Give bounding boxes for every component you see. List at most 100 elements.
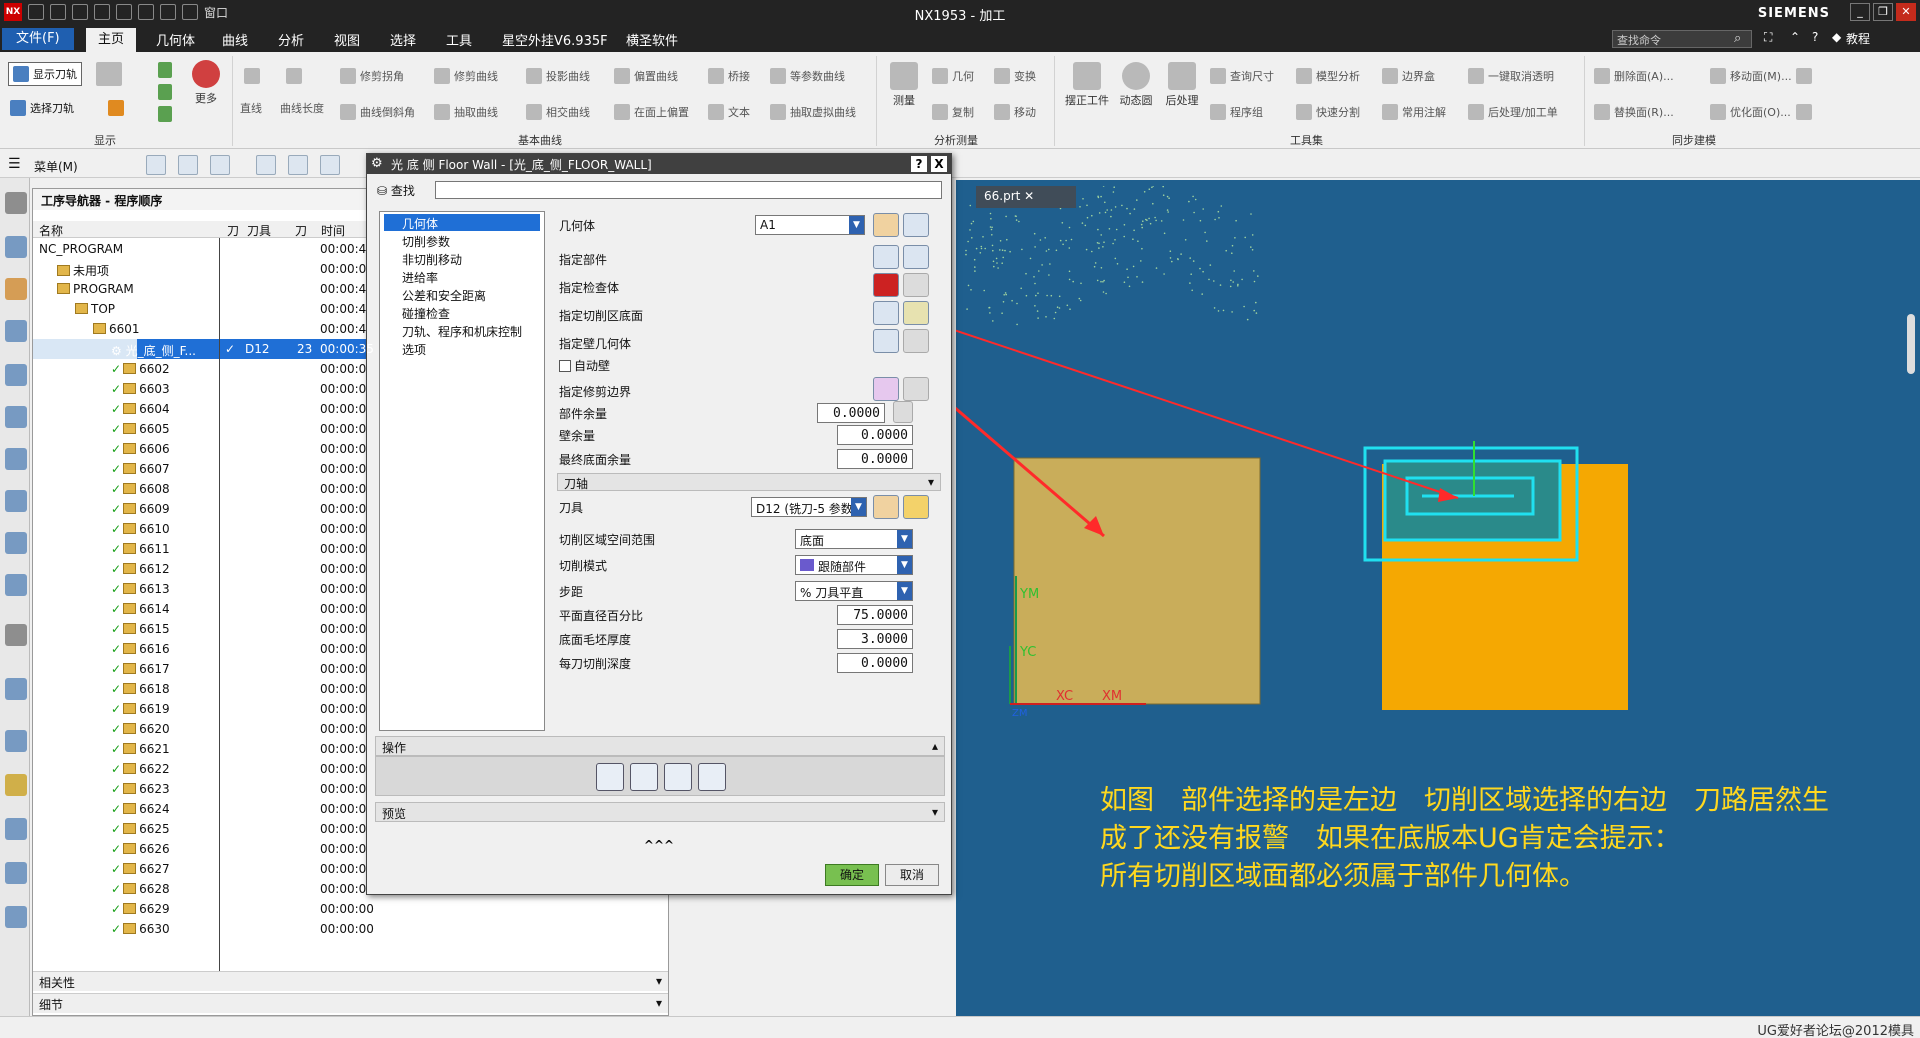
model-analysis-button[interactable]: 模型分析 [1296, 68, 1360, 84]
table-row[interactable]: ✓ 6629 00:00:00 [33, 899, 668, 919]
isoparametric-curve-button[interactable]: 等参数曲线 [770, 68, 845, 84]
operations-section-header[interactable]: 操作 ▴ [375, 736, 945, 756]
select-wall-button[interactable] [873, 329, 899, 353]
program-order-view-icon[interactable] [146, 155, 166, 175]
optimize-face-button[interactable]: 优化面(O)... [1710, 104, 1791, 120]
tree-item-cutting-params[interactable]: 切削参数 [384, 232, 452, 249]
postprocess-sheet-button[interactable]: 后处理/加工单 [1468, 104, 1558, 120]
query-size-button[interactable]: 查询尺寸 [1210, 68, 1274, 84]
tab-curve[interactable]: 曲线 [222, 30, 248, 50]
part-file-tab[interactable]: 66.prt ✕ [976, 186, 1076, 208]
tree-item-non-cutting-moves[interactable]: 非切削移动 [384, 250, 464, 267]
globe-icon[interactable] [5, 678, 27, 700]
file-menu[interactable]: 文件(F) [2, 28, 74, 50]
clock-icon[interactable] [5, 730, 27, 752]
toolpath-list-icon[interactable] [96, 62, 122, 86]
bounding-box-button[interactable]: 边界盒 [1382, 68, 1435, 84]
move-face-button[interactable]: 移动面(M)... [1710, 68, 1792, 84]
project-curve-button[interactable]: 投影曲线 [526, 68, 590, 84]
dialog-close-button[interactable]: X [931, 156, 947, 172]
tool-select[interactable]: D12 (铣刀-5 参数 [751, 497, 867, 517]
machine-navigator-icon[interactable] [5, 406, 27, 428]
generate-toolpath-button[interactable] [596, 763, 624, 791]
wall-stock-input[interactable]: 0.0000 [837, 425, 913, 445]
select-trim-button[interactable] [873, 377, 899, 401]
text-button[interactable]: 文本 [708, 104, 750, 120]
tab-view[interactable]: 视图 [334, 30, 360, 50]
tab-hengsheng-software[interactable]: 横圣软件 [626, 30, 678, 50]
details-panel-header[interactable]: 细节 ▾ [33, 993, 668, 1013]
column-time[interactable]: 时间 [321, 222, 345, 239]
flat-diameter-pct-input[interactable]: 75.0000 [837, 605, 913, 625]
select-part-button[interactable] [873, 245, 899, 269]
tool-icon[interactable] [108, 100, 124, 116]
machine-tool-icon[interactable] [5, 818, 27, 840]
more-options-toggle[interactable]: ^^^ [367, 838, 951, 852]
tree-item-geometry[interactable]: 几何体 [384, 214, 540, 231]
tree-item-tolerance[interactable]: 公差和安全距离 [384, 286, 488, 303]
edit-tool-button[interactable] [903, 495, 929, 519]
new-geometry-button[interactable] [873, 213, 899, 237]
tree-item-collision-check[interactable]: 碰撞检查 [384, 304, 452, 321]
web-browser-icon[interactable] [5, 532, 27, 554]
geometry-view-icon[interactable] [210, 155, 230, 175]
offset-on-face-button[interactable]: 在面上偏置 [614, 104, 689, 120]
cancel-button[interactable]: 取消 [885, 864, 939, 886]
copy-button[interactable]: 复制 [932, 104, 974, 120]
extract-virtual-curve-button[interactable]: 抽取虚拟曲线 [770, 104, 856, 120]
lock-icon[interactable] [893, 401, 913, 423]
select-check-button[interactable] [873, 273, 899, 297]
display-part-button[interactable] [903, 245, 929, 269]
machine-tool-view-icon[interactable] [178, 155, 198, 175]
assembly-navigator-icon[interactable] [5, 278, 27, 300]
delete-face-button[interactable]: 删除面(A)... [1594, 68, 1674, 84]
depth-per-cut-input[interactable]: 0.0000 [837, 653, 913, 673]
curve-length-button[interactable]: 曲线长度 [280, 100, 324, 116]
move-down-icon[interactable] [158, 106, 172, 122]
edit-geometry-button[interactable] [903, 213, 929, 237]
common-annotation-button[interactable]: 常用注解 [1382, 104, 1446, 120]
move-button[interactable]: 移动 [994, 104, 1036, 120]
display-floor-button[interactable] [903, 301, 929, 325]
display-toolpath-button[interactable]: 显示刀轨 [8, 62, 82, 86]
measure-button[interactable]: 测量 [884, 62, 924, 108]
part-stock-input[interactable]: 0.0000 [817, 403, 885, 423]
dynamic-circle-button[interactable]: 动态圆 [1116, 62, 1156, 108]
display-wall-button[interactable] [903, 329, 929, 353]
geometry-select[interactable]: A1 [755, 215, 865, 235]
minimize-button[interactable]: _ [1850, 3, 1870, 21]
sync-extra-icon-2[interactable] [1796, 104, 1812, 120]
new-tool-button[interactable] [873, 495, 899, 519]
hide-toolpath-icon[interactable] [320, 155, 340, 175]
quick-split-button[interactable]: 快速分割 [1296, 104, 1360, 120]
roles-icon[interactable] [5, 862, 27, 884]
settings-icon[interactable] [5, 192, 27, 214]
history-icon[interactable] [5, 574, 27, 596]
part-navigator-icon[interactable] [5, 236, 27, 258]
stepover-select[interactable]: % 刀具平直 [795, 581, 913, 601]
select-floor-button[interactable] [873, 301, 899, 325]
column-name[interactable]: 名称 [39, 222, 63, 239]
display-trim-button[interactable] [903, 377, 929, 401]
move-up-icon[interactable] [158, 62, 172, 78]
fullscreen-icon[interactable]: ⛶ [1764, 30, 1772, 45]
collapse-ribbon-icon[interactable]: ⌃ [1790, 30, 1800, 44]
palette-icon[interactable] [5, 774, 27, 796]
cut-space-select[interactable]: 底面 [795, 529, 913, 549]
column-tool-number[interactable]: 刀 [295, 222, 307, 239]
program-group-button[interactable]: 程序组 [1210, 104, 1263, 120]
viewport-scrollbar[interactable] [1907, 314, 1915, 374]
restore-button[interactable]: ❐ [1873, 3, 1893, 21]
dialog-search-input[interactable] [435, 181, 942, 199]
preview-section-header[interactable]: 预览 ▾ [375, 802, 945, 822]
hamburger-icon[interactable]: ☰ [8, 156, 21, 172]
layer-icon[interactable] [158, 84, 172, 100]
tab-close-icon[interactable]: ✕ [1024, 189, 1034, 203]
graphics-viewport[interactable]: YM YC XC XM ZM X 如图 部件选择的是左边 切削区域选择的右边 刀… [956, 186, 1920, 1016]
align-workpiece-button[interactable]: 摆正工件 [1062, 62, 1112, 108]
final-floor-stock-input[interactable]: 0.0000 [837, 449, 913, 469]
close-button[interactable]: ✕ [1896, 3, 1916, 21]
trim-corner-button[interactable]: 修剪拐角 [340, 68, 404, 84]
intersect-curve-button[interactable]: 相交曲线 [526, 104, 590, 120]
auto-wall-checkbox[interactable]: 自动壁 [559, 357, 610, 374]
